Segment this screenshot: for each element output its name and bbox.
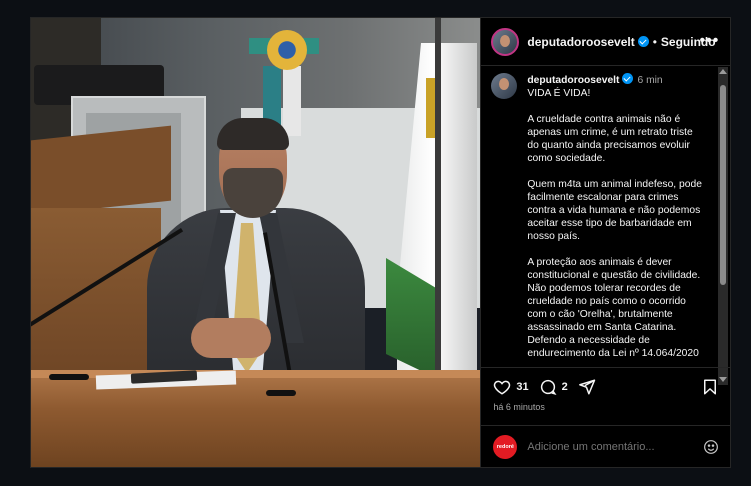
- commenter-avatar[interactable]: redoré: [493, 434, 518, 459]
- caption-avatar[interactable]: [491, 73, 518, 99]
- caption-scrollbar[interactable]: [718, 67, 728, 385]
- caption-time: 6 min: [637, 75, 663, 86]
- caption-paragraph: Quem m4ta um animal indefeso, pode facil…: [527, 179, 702, 242]
- post-modal: deputadoroosevelt • Seguindo ••• deputad…: [30, 17, 732, 468]
- verified-badge-icon: [622, 73, 634, 84]
- post-header: deputadoroosevelt • Seguindo •••: [481, 18, 732, 66]
- comment-count: 2: [561, 381, 568, 393]
- separator-dot: •: [652, 34, 657, 49]
- caption-paragraph: A crueldade contra animais não é apenas …: [527, 114, 693, 164]
- like-button[interactable]: 31: [493, 378, 529, 396]
- share-button[interactable]: [578, 378, 596, 396]
- post-side-panel: deputadoroosevelt • Seguindo ••• deputad…: [480, 18, 732, 467]
- comment-icon: [540, 379, 557, 396]
- comment-input[interactable]: [527, 440, 704, 453]
- post-timestamp: há 6 minutos: [493, 402, 545, 412]
- caption-area[interactable]: deputadoroosevelt 6 min VIDA É VIDA! A cr…: [481, 67, 731, 367]
- caption-paragraph: VIDA É VIDA!: [527, 88, 591, 99]
- comment-bar: redoré: [481, 425, 732, 467]
- verified-badge-icon: [637, 36, 649, 47]
- caption-username[interactable]: deputadoroosevelt: [527, 75, 619, 86]
- share-icon: [578, 379, 595, 395]
- scrollbar-thumb[interactable]: [720, 85, 726, 285]
- save-button[interactable]: [701, 378, 719, 396]
- author-avatar[interactable]: [491, 27, 520, 56]
- bookmark-icon: [704, 379, 717, 395]
- scroll-up-icon[interactable]: [719, 69, 727, 74]
- emoji-icon[interactable]: [703, 439, 719, 455]
- comment-button[interactable]: 2: [539, 378, 568, 396]
- heart-icon: [494, 380, 511, 395]
- more-options-icon[interactable]: •••: [700, 32, 720, 50]
- rosette-emblem: [267, 30, 307, 70]
- author-username[interactable]: deputadoroosevelt: [527, 35, 634, 49]
- action-bar: 31 2 há 6 minutos: [481, 367, 732, 412]
- post-image: [31, 18, 481, 467]
- caption: deputadoroosevelt 6 min VIDA É VIDA! A cr…: [527, 73, 703, 360]
- caption-paragraph: A proteção aos animais é dever constituc…: [527, 257, 701, 359]
- like-count: 31: [516, 381, 529, 393]
